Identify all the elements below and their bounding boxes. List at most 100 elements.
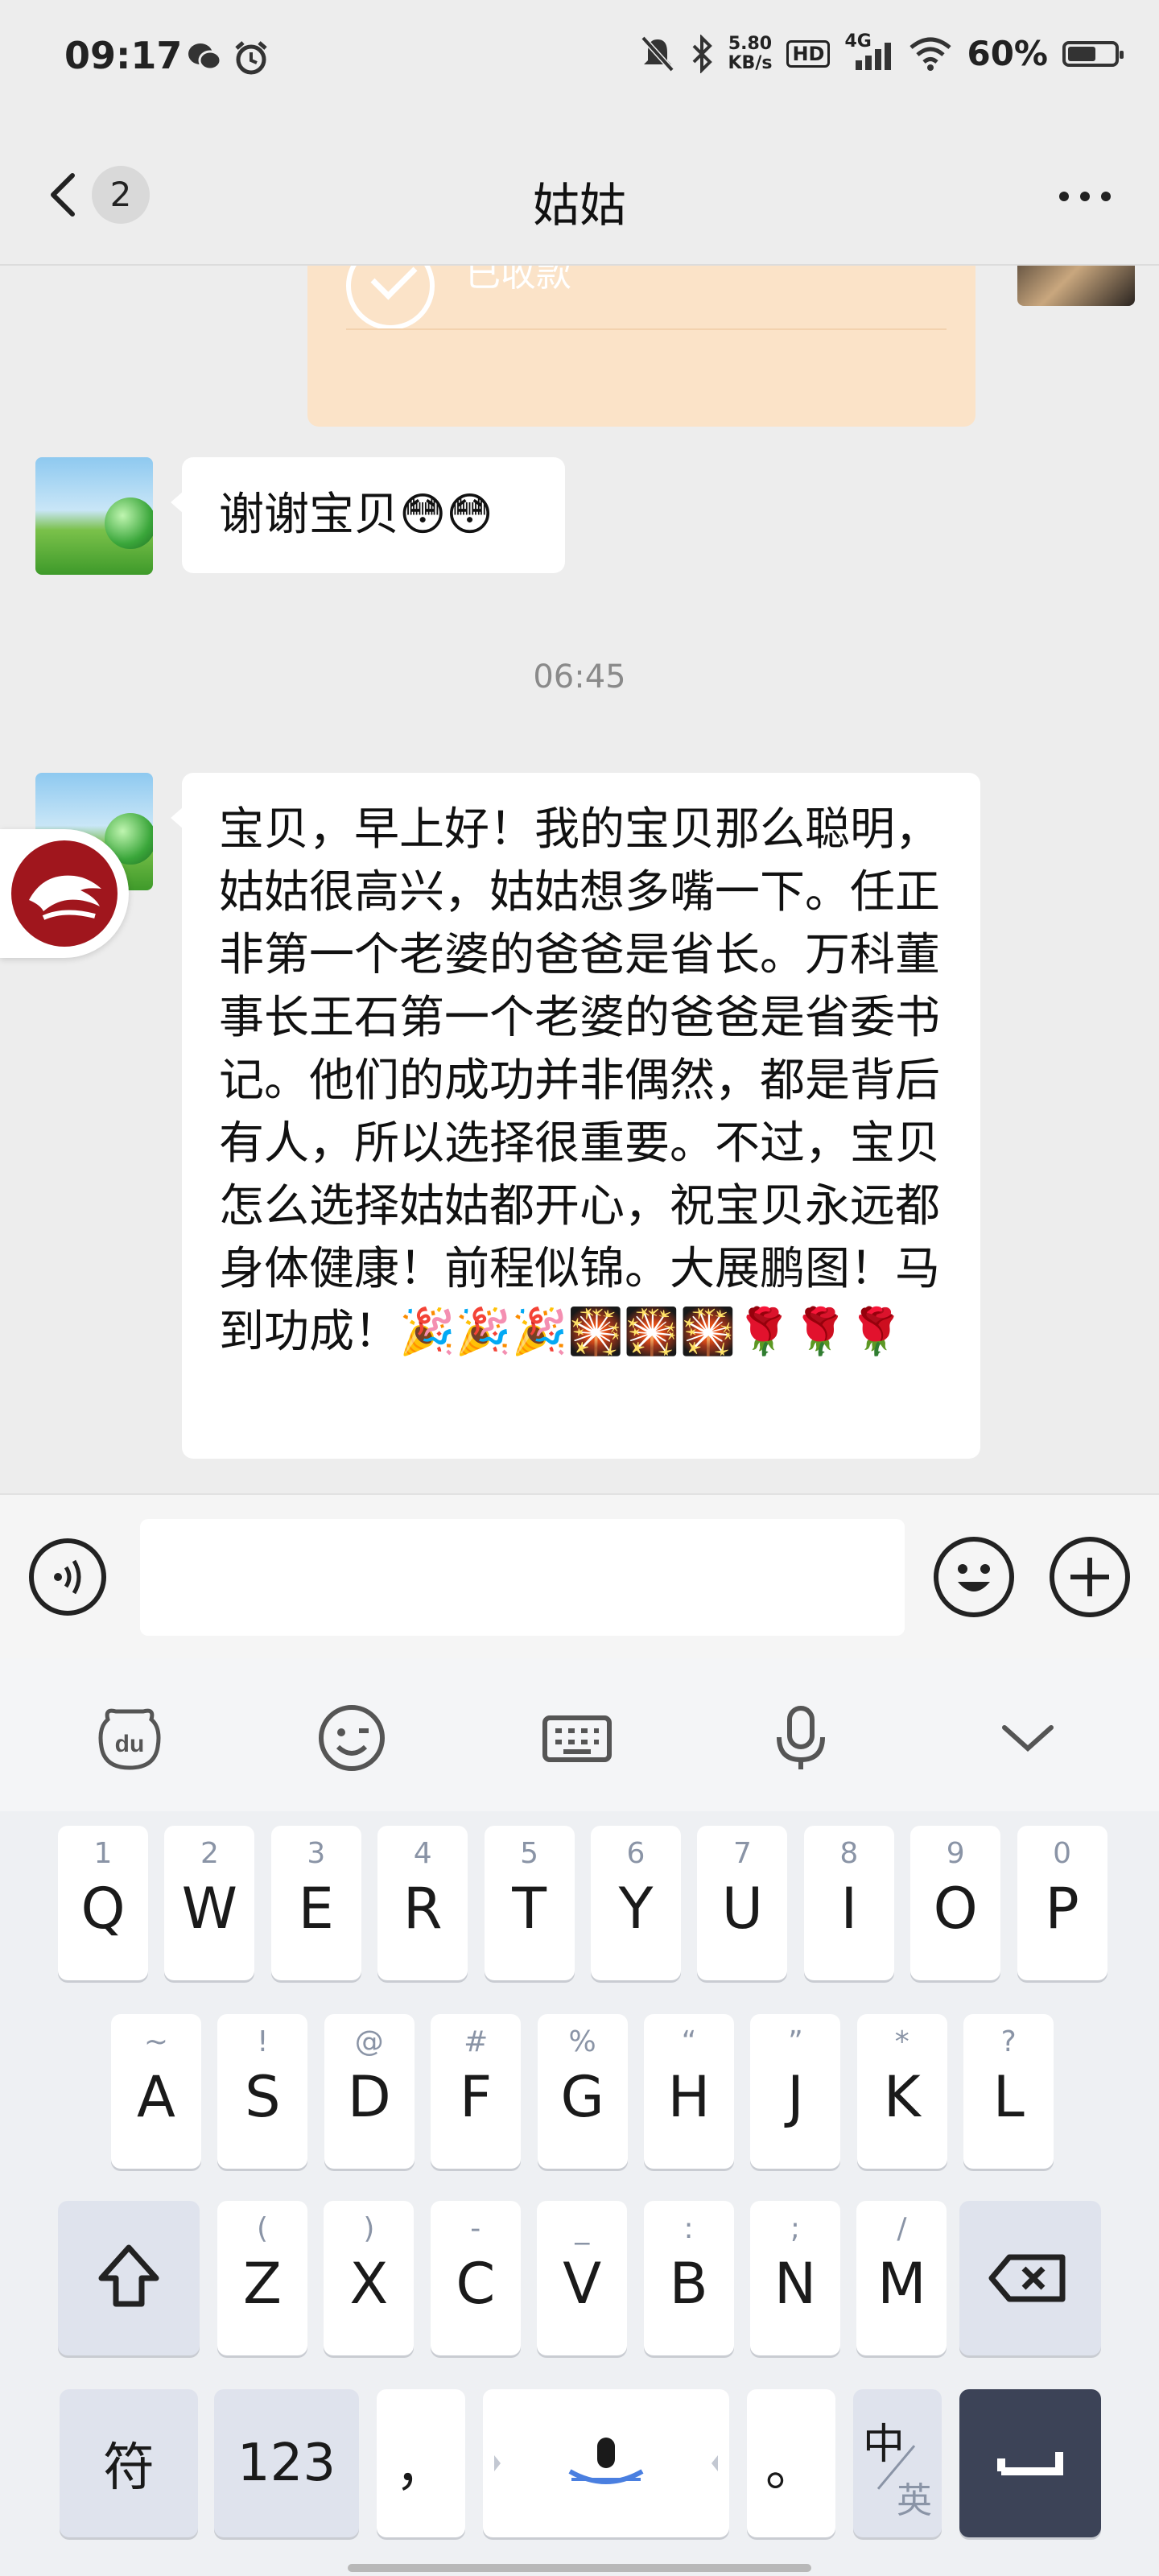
language-switch-key[interactable]: 中 英	[853, 2389, 942, 2537]
key-w[interactable]: 2W	[164, 1826, 255, 1980]
home-indicator[interactable]	[348, 2564, 811, 2572]
key-a[interactable]: ~ A	[111, 2014, 201, 2169]
key-label: U	[721, 1876, 764, 1942]
message-bubble[interactable]: 宝贝，早上好！我的宝贝那么聪明，姑姑很高兴，姑姑想多嘴一下。任正非第一个老婆的爸…	[171, 773, 980, 1459]
key-hint: 1	[93, 1837, 113, 1870]
chat-header: 2 姑姑	[0, 121, 1159, 266]
message-text: 宝贝，早上好！我的宝贝那么聪明，姑姑很高兴，姑姑想多嘴一下。任正非第一个老婆的爸…	[219, 803, 940, 1358]
signal-icon	[856, 42, 892, 70]
backspace-key[interactable]	[959, 2201, 1101, 2355]
more-options-icon[interactable]	[1059, 192, 1111, 201]
key-g[interactable]: % G	[537, 2014, 628, 2169]
key-label: S	[245, 2064, 281, 2130]
transfer-divider	[346, 328, 947, 330]
symbols-key[interactable]: 符	[60, 2389, 198, 2537]
comma-key[interactable]: ，	[377, 2389, 465, 2537]
shift-key[interactable]	[58, 2201, 200, 2355]
period-key[interactable]: 。	[747, 2389, 835, 2537]
key-label: M	[877, 2251, 926, 2317]
key-hint: -	[470, 2212, 481, 2245]
key-h[interactable]: “H	[644, 2014, 734, 2169]
key-v[interactable]: _ V	[537, 2201, 628, 2355]
mute-icon	[640, 35, 674, 72]
key-hint: /	[897, 2212, 907, 2245]
message-input[interactable]	[140, 1519, 905, 1636]
key-hint: ~	[143, 2025, 169, 2058]
backspace-icon	[988, 2254, 1066, 2302]
emoji-panel-icon[interactable]	[316, 1702, 388, 1774]
key-j[interactable]: ” J	[750, 2014, 841, 2169]
key-o[interactable]: 9O	[910, 1826, 1001, 1980]
key-k[interactable]: * K	[856, 2014, 947, 2169]
battery-icon	[1062, 40, 1124, 67]
lang-key-english: 英	[897, 2480, 932, 2521]
key-label: B	[669, 2251, 708, 2317]
bluetooth-icon	[692, 34, 712, 73]
key-u[interactable]: 7U	[697, 1826, 788, 1980]
key-n[interactable]: ; N	[750, 2201, 840, 2355]
key-hint: ;	[790, 2212, 801, 2245]
key-hint: ”	[788, 2025, 803, 2058]
key-f[interactable]: # F	[431, 2014, 522, 2169]
key-hint: _	[575, 2212, 590, 2245]
key-y[interactable]: 6Y	[591, 1826, 681, 1980]
key-q[interactable]: 1Q	[58, 1826, 148, 1980]
key-hint: 9	[946, 1837, 965, 1870]
self-avatar[interactable]	[1017, 266, 1135, 306]
key-c[interactable]: -C	[430, 2201, 521, 2355]
transfer-card[interactable]: 已收款	[307, 266, 975, 427]
transfer-status: 已收款	[465, 266, 571, 295]
collapse-keyboard-icon[interactable]	[992, 1702, 1064, 1774]
key-label: L	[992, 2064, 1025, 2130]
space-voice-key[interactable]	[483, 2389, 729, 2537]
key-hint: “	[681, 2025, 697, 2058]
numbers-key[interactable]: 123	[214, 2389, 359, 2537]
status-time: 09:17	[64, 34, 183, 77]
key-x[interactable]: ) X	[324, 2201, 415, 2355]
comma-key-label: ，	[395, 2438, 447, 2498]
message-bubble[interactable]: 谢谢宝贝😳😳	[171, 457, 565, 573]
key-label: W	[181, 1876, 237, 1942]
key-label: K	[883, 2064, 921, 2130]
key-label: O	[933, 1876, 978, 1942]
alarm-icon	[235, 41, 267, 75]
check-circle-icon	[346, 266, 435, 330]
baidu-input-logo-icon[interactable]: du	[93, 1702, 166, 1774]
contact-avatar[interactable]	[35, 457, 153, 575]
key-p[interactable]: 0P	[1017, 1826, 1107, 1980]
message-timestamp: 06:45	[533, 658, 626, 696]
key-m[interactable]: / M	[856, 2201, 947, 2355]
key-t[interactable]: 5T	[484, 1826, 575, 1980]
key-hint: ?	[1000, 2025, 1017, 2058]
key-hint: (	[256, 2212, 269, 2245]
svg-text:du: du	[115, 1731, 145, 1757]
key-hint: *	[894, 2025, 909, 2058]
wechat-notification-icon	[188, 43, 222, 71]
key-hint: !	[257, 2025, 269, 2058]
key-e[interactable]: 3E	[270, 1826, 361, 1980]
key-label: D	[347, 2064, 391, 2130]
key-i[interactable]: 8I	[803, 1826, 894, 1980]
key-l[interactable]: ? L	[963, 2014, 1054, 2169]
key-z[interactable]: (Z	[217, 2201, 307, 2355]
key-r[interactable]: 4R	[377, 1826, 468, 1980]
key-label: G	[560, 2064, 604, 2130]
input-bar	[0, 1493, 1159, 1658]
key-label: C	[456, 2251, 496, 2317]
key-hint: 8	[839, 1837, 859, 1870]
message-list[interactable]: 已收款 谢谢宝贝😳😳 06:45 宝贝，早上好！我的宝贝那么聪明，姑姑很高兴，姑…	[0, 266, 1159, 1493]
key-d[interactable]: @ D	[324, 2014, 415, 2169]
status-bar: 09:17 5.80 KB/s HD 4G 60%	[0, 0, 1159, 121]
floating-assistant-button[interactable]	[0, 829, 129, 958]
key-hint: 3	[307, 1837, 326, 1870]
key-label: Q	[80, 1876, 126, 1942]
key-hint: )	[363, 2212, 375, 2245]
add-attachment-icon[interactable]	[1050, 1537, 1130, 1617]
enter-key[interactable]	[959, 2389, 1101, 2537]
voice-input-icon[interactable]	[29, 1538, 106, 1616]
keyboard-switch-icon[interactable]	[541, 1702, 613, 1774]
key-b[interactable]: :B	[643, 2201, 734, 2355]
microphone-icon[interactable]	[765, 1702, 837, 1774]
emoji-icon[interactable]	[934, 1537, 1014, 1617]
key-s[interactable]: ! S	[217, 2014, 308, 2169]
